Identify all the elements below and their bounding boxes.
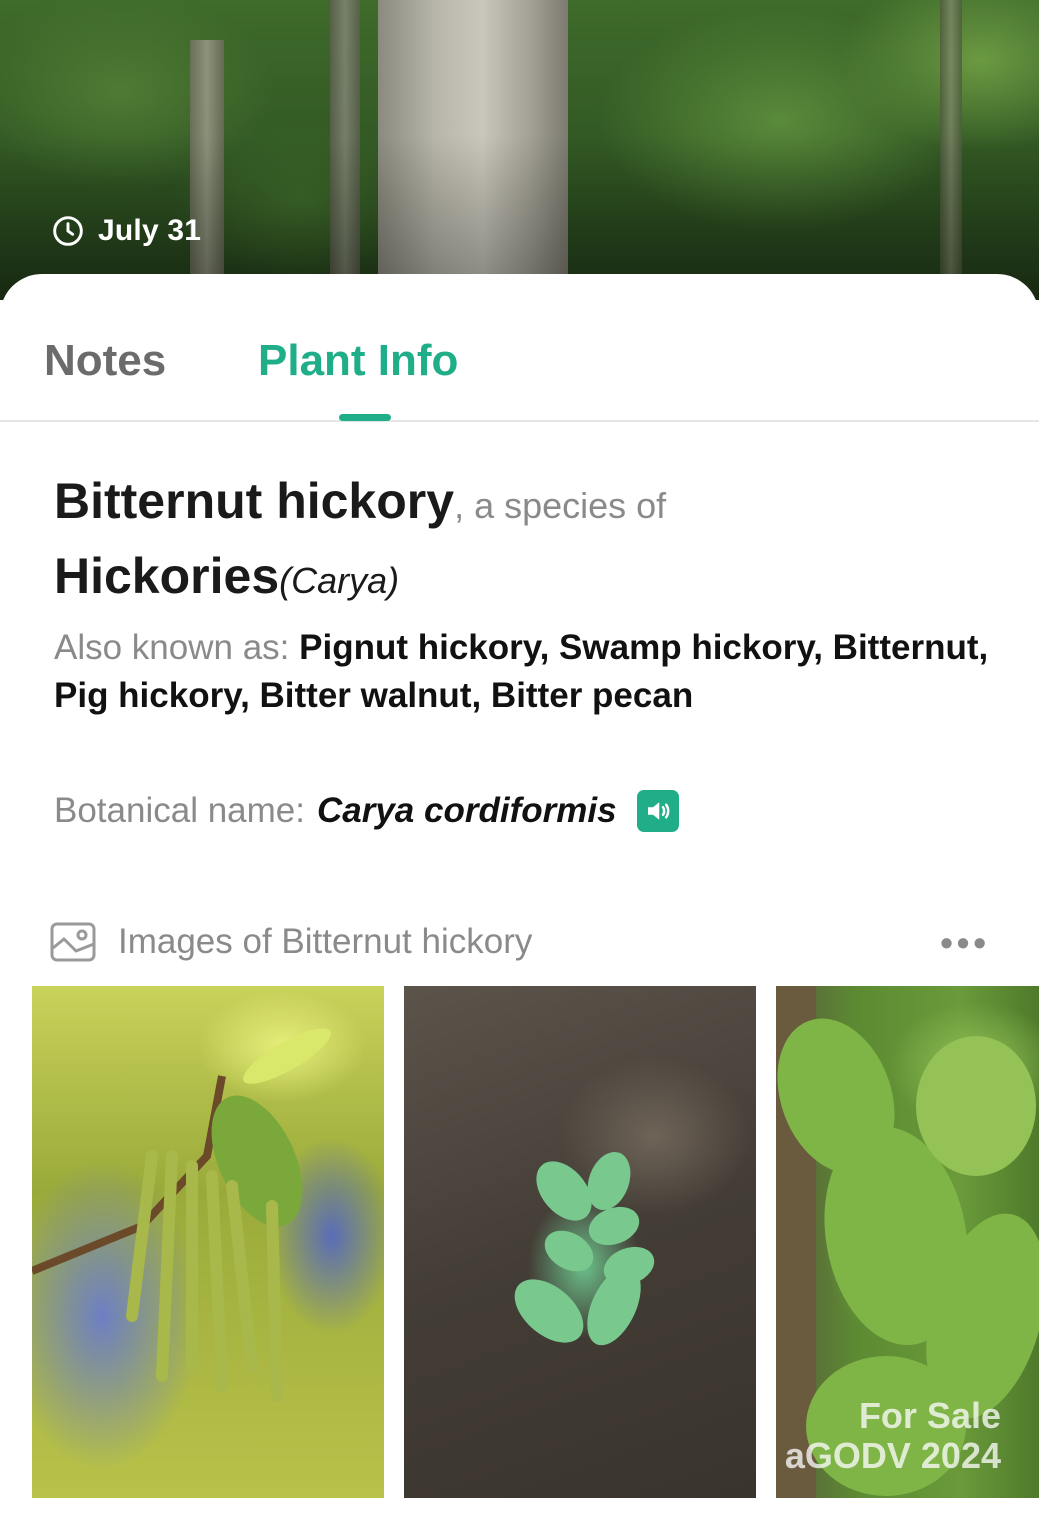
- genus-scientific: (Carya): [279, 560, 400, 601]
- pronounce-button[interactable]: [636, 790, 679, 832]
- images-title: Images of Bitternut hickory: [118, 922, 533, 961]
- date-chip: July 31: [52, 214, 201, 248]
- botanical-name-row: Botanical name: Carya cordiformis: [54, 790, 679, 832]
- hero-shade: [0, 0, 1039, 300]
- watermark-line-2: aGODV 2024: [784, 1435, 1001, 1476]
- watermark-line-1: For Sale: [858, 1395, 1001, 1436]
- date-label: July 31: [98, 214, 202, 247]
- plant-image-thumbnail[interactable]: [404, 986, 756, 1498]
- image-gallery-icon: [50, 922, 96, 962]
- tab-active-indicator: [339, 414, 391, 421]
- plant-sheet: Notes Plant Info Bitternut hickory, a sp…: [0, 274, 1039, 1536]
- botanical-name: Carya cordiformis: [316, 791, 617, 830]
- also-known-as: Also known as: Pignut hickory, Swamp hic…: [54, 624, 994, 720]
- seedling-illustration: [514, 1151, 655, 1346]
- catkins-illustration: [32, 1028, 331, 1402]
- plant-title: Bitternut hickory, a species of Hickorie…: [54, 470, 994, 620]
- hero-image: July 31: [0, 0, 1039, 300]
- botanical-label: Botanical name:: [54, 791, 305, 830]
- images-section-header: Images of Bitternut hickory •••: [50, 920, 990, 964]
- tab-notes[interactable]: Notes: [44, 336, 166, 386]
- common-name: Bitternut hickory: [54, 473, 455, 529]
- speaker-icon: [647, 802, 669, 820]
- more-options-button[interactable]: •••: [940, 922, 990, 964]
- genus-link[interactable]: Hickories: [54, 548, 279, 604]
- plant-image-thumbnail[interactable]: For Sale aGODV 2024: [776, 986, 1039, 1498]
- plant-image-thumbnail[interactable]: [32, 986, 384, 1498]
- clock-icon: [53, 216, 83, 246]
- tab-bar: Notes Plant Info: [0, 274, 1039, 422]
- tab-plant-info[interactable]: Plant Info: [258, 336, 458, 386]
- watermark: For Sale aGODV 2024: [785, 1396, 1001, 1476]
- aka-label: Also known as:: [54, 628, 300, 667]
- species-of-text: , a species of: [454, 485, 667, 526]
